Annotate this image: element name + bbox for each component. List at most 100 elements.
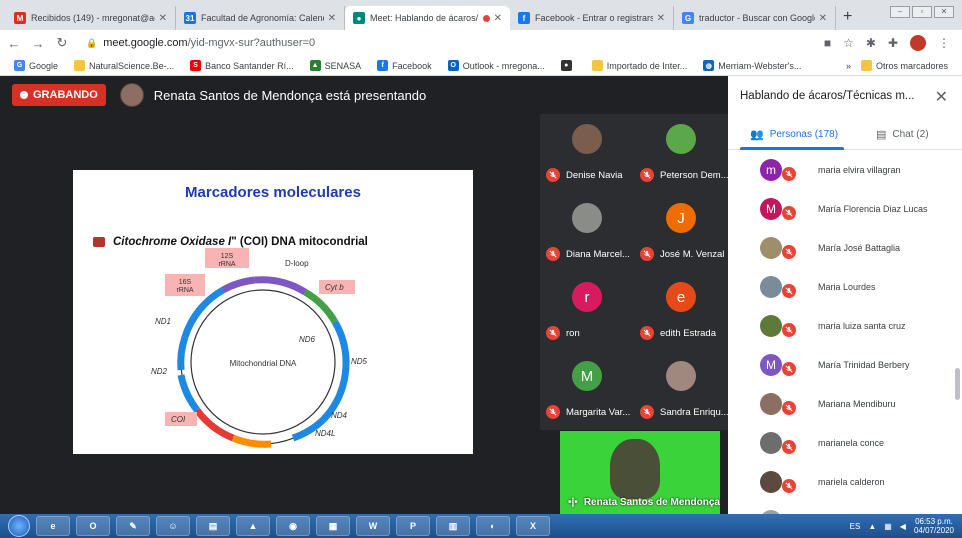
new-tab-button[interactable]: + [843,8,852,26]
participant-name: María José Battaglia [818,242,901,253]
facebook-icon: f [518,12,530,24]
close-tab-icon[interactable]: ✕ [494,13,502,24]
menu-icon[interactable]: ⋮ [938,36,950,50]
puzzle-icon[interactable]: ✚ [888,36,898,50]
participant-avatar: J [666,203,696,233]
folder-icon[interactable]: ▤ [196,516,230,536]
restore-button[interactable]: ▫ [912,6,932,18]
star-icon[interactable]: ☆ [843,36,854,50]
browser-tab[interactable]: f Facebook - Entrar o registrarse ✕ [510,6,674,30]
label-cytb: Cyt b [325,283,344,292]
mic-off-icon [782,479,796,493]
bookmark-item[interactable]: ● [560,60,576,71]
participant-tile[interactable]: J José M. Venzal [634,193,728,272]
participant-tile[interactable]: e edith Estrada [634,272,728,351]
participant-tile[interactable]: M Margarita Var... [540,351,634,430]
participant-row[interactable]: Maria Lourdes [728,267,954,306]
close-tab-icon[interactable]: ✕ [328,13,336,24]
participant-row[interactable]: mariela calderon [728,462,954,501]
record-dot-icon [20,91,28,99]
close-tab-icon[interactable]: ✕ [657,13,665,24]
participant-row[interactable]: Mariana Mendiburu [728,384,954,423]
participant-tile[interactable]: Peterson Dem... [634,114,729,193]
excel-icon[interactable]: X [516,516,550,536]
participant-name: marianela conce [818,437,885,448]
grid-icon[interactable]: ▦ [316,516,350,536]
camera-icon[interactable]: ■ [824,36,831,50]
url-field[interactable]: 🔒 meet.google.com/yid-mgvx-sur?authuser=… [78,33,808,53]
participant-avatar [760,314,782,337]
tab-people[interactable]: 👥 Personas (178) [750,128,838,141]
participant-row[interactable]: M María Florencia Diaz Lucas [728,189,954,228]
participant-row[interactable]: m maria elvira villagran [728,150,954,189]
presenting-text: Renata Santos de Mendonça está presentan… [153,87,427,103]
participant-avatar: r [572,282,602,312]
participant-avatar: M [572,361,602,391]
outlook-icon: O [447,60,459,71]
bookmark-item[interactable]: ▲ SENASA [309,60,361,71]
minimize-button[interactable]: – [890,6,910,18]
calculator-icon[interactable]: ▥ [436,516,470,536]
close-tab-icon[interactable]: ✕ [159,13,167,24]
participant-name: Maria Lourdes [818,281,876,292]
firefox-icon[interactable]: ◐ [476,516,510,536]
clock[interactable]: 06:53 p.m. 04/07/2020 [914,517,954,535]
tab-chat[interactable]: ▤ Chat (2) [876,128,929,141]
bookmark-item[interactable]: f Facebook [377,60,432,71]
flag-icon[interactable]: ▲ [868,522,876,531]
paint-icon[interactable]: ✎ [116,516,150,536]
browser-tab[interactable]: Gtraductor - Buscar con Google ✕ [674,6,836,30]
network-icon[interactable]: ▦ [884,522,892,531]
avast-icon[interactable]: ▲ [236,516,270,536]
mitochondrial-dna-diagram: 12S rRNA 16S rRNA D-loop Cyt b ND1 ND2 N… [151,248,368,448]
mic-off-icon [546,247,560,261]
forward-icon[interactable]: → [28,36,48,51]
back-icon[interactable]: ← [4,36,24,51]
start-button[interactable] [8,515,30,537]
browser-tab[interactable]: M Recibidos (149) - mregonat@ag ✕ [6,6,176,30]
browser-tab[interactable]: 31 Facultad de Agronomía: Calend ✕ [176,6,345,30]
bookmark-item[interactable]: Importado de Inter... [591,60,687,71]
people-list: m maria elvira villagran M María Florencia … [728,150,954,514]
extension-icon[interactable]: ✱ [866,36,876,50]
participant-row[interactable]: Marisa Winter [728,501,954,514]
recording-indicator-icon [482,14,490,22]
close-icon[interactable]: ✕ [935,87,948,107]
participant-avatar [760,431,782,454]
github-icon: ● [560,60,572,71]
profile-avatar[interactable] [910,35,926,51]
participant-row[interactable]: M María Trinidad Berbery [728,345,954,384]
recording-button[interactable]: GRABANDO [12,84,106,106]
participant-tile[interactable]: Diana Marcel... [540,193,634,272]
outlook-icon[interactable]: O [76,516,110,536]
bookmark-item[interactable]: O Outlook - mregona... [447,60,545,71]
close-window-button[interactable]: ✕ [934,6,954,18]
close-tab-icon[interactable]: ✕ [819,13,827,24]
participant-tile[interactable]: Sandra Enriqu... [634,351,729,430]
bookmark-item[interactable]: G Google [14,60,58,71]
participant-row[interactable]: marianela conce [728,423,954,462]
powerpoint-icon[interactable]: P [396,516,430,536]
volume-icon[interactable]: ◀ [900,522,906,531]
participant-row[interactable]: maria luiza santa cruz [728,306,954,345]
bookmark-item[interactable]: S Banco Santander Rí... [190,60,294,71]
participant-tile[interactable]: Denise Navia [540,114,634,193]
ie-icon[interactable]: e [36,516,70,536]
other-bookmarks[interactable]: Otros marcadores [860,60,948,71]
chevron-more-icon[interactable]: » [846,61,851,71]
chat-icon: ▤ [876,129,887,141]
mic-off-icon [782,362,796,376]
participant-tile[interactable]: r ron [540,272,634,351]
bookmark-item[interactable]: NaturalScience.Be-... [74,60,174,71]
self-name: Renata Santos de Mendonça [583,497,720,508]
chrome-icon[interactable]: ◉ [276,516,310,536]
browser-tab[interactable]: ● Meet: Hablando de ácaros/ ✕ [345,6,510,30]
reload-icon[interactable]: ↻ [52,35,72,51]
language-indicator[interactable]: ES [850,522,861,531]
people-icon[interactable]: ☺ [156,516,190,536]
bookmark-item[interactable]: ◍ Merriam-Webster's... [703,60,801,71]
word-icon[interactable]: W [356,516,390,536]
participant-row[interactable]: María José Battaglia [728,228,954,267]
participant-avatar [666,361,696,391]
people-list-scrollbar[interactable] [955,368,960,400]
